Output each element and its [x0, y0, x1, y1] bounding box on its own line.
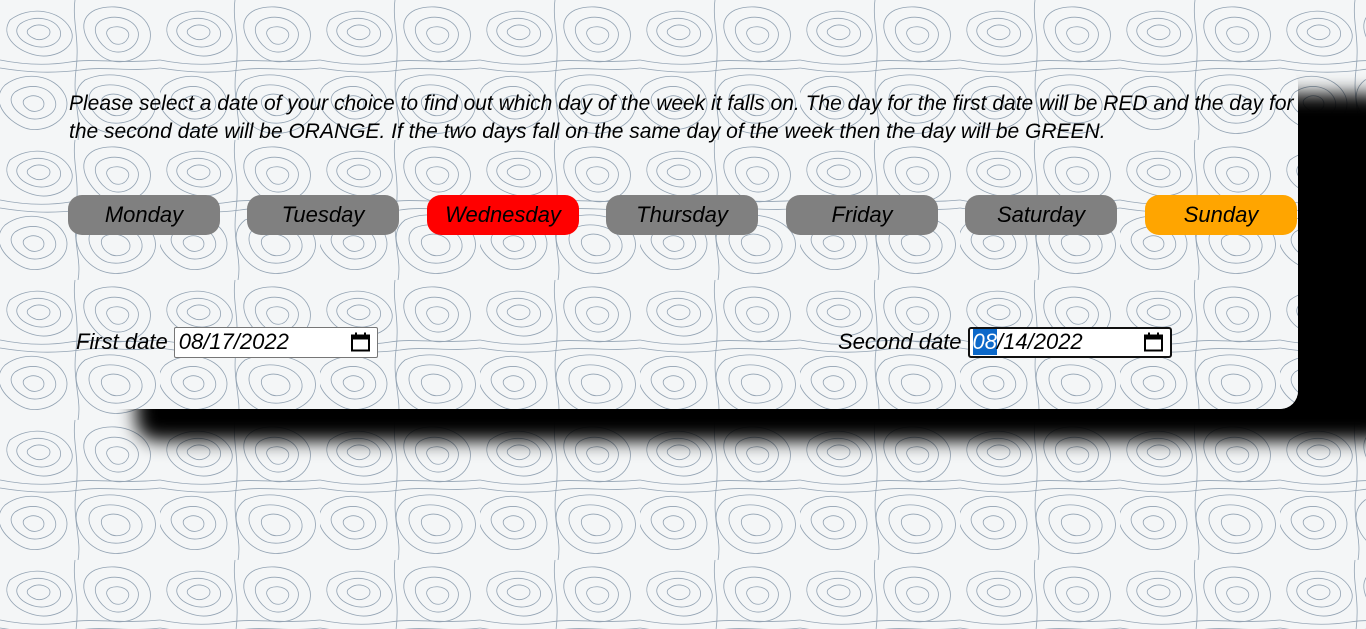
- second-date-day-year[interactable]: /14/2022: [997, 329, 1083, 355]
- first-date-label: First date: [76, 329, 168, 354]
- first-date-input[interactable]: 08/17/2022: [173, 326, 378, 358]
- first-date-month[interactable]: 08: [179, 329, 203, 355]
- instructions-text: Please select a date of your choice to f…: [69, 92, 1294, 143]
- second-date-label: Second date: [838, 329, 962, 354]
- day-sunday: Sunday: [1145, 195, 1297, 235]
- second-date-month[interactable]: 08: [972, 329, 998, 355]
- first-date-day-year[interactable]: /17/2022: [203, 329, 289, 355]
- day-thursday: Thursday: [606, 195, 758, 235]
- day-saturday: Saturday: [965, 195, 1117, 235]
- second-date-input[interactable]: 08/14/2022: [967, 326, 1172, 358]
- second-date-row: Second date 08/14/2022: [838, 324, 1172, 360]
- day-monday: Monday: [68, 195, 220, 235]
- calendar-icon[interactable]: [350, 332, 371, 353]
- day-wednesday: Wednesday: [427, 195, 579, 235]
- day-finder-panel: Please select a date of your choice to f…: [48, 66, 1298, 409]
- calendar-icon[interactable]: [1143, 332, 1164, 353]
- day-tuesday: Tuesday: [247, 195, 399, 235]
- day-friday: Friday: [786, 195, 938, 235]
- first-date-row: First date 08/17/2022: [76, 324, 378, 360]
